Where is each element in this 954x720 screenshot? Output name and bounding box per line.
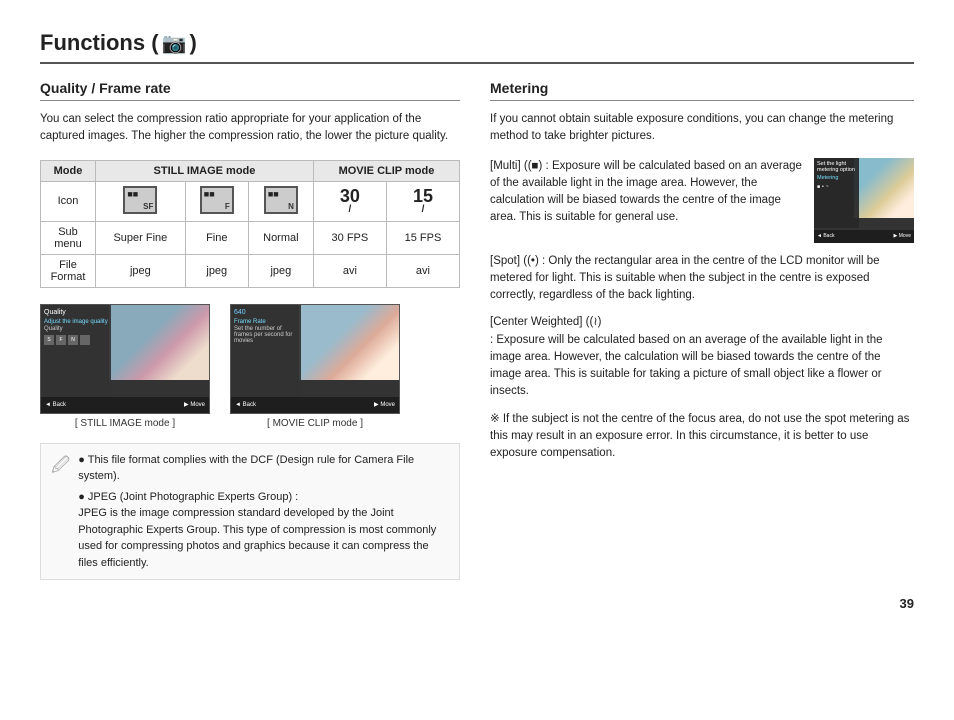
metering-icon-1: ■: [817, 184, 820, 190]
still-menu-item-2: Quality: [44, 326, 108, 332]
still-screenshot-container: Quality Adjust the image quality Quality…: [40, 304, 210, 429]
metering-move: ▶ Move: [894, 233, 911, 239]
table-fileformat-sf: jpeg: [96, 254, 186, 287]
note2-detail: JPEG is the image compression standard d…: [78, 507, 436, 569]
main-content: Quality / Frame rate You can select the …: [40, 80, 914, 580]
still-icon-1: S: [44, 335, 54, 345]
note-line-2: ● JPEG (Joint Photographic Experts Group…: [78, 489, 449, 572]
table-icon-normal: ■■ N: [248, 181, 313, 221]
metering-note: ※ If the subject is not the centre of th…: [490, 411, 914, 463]
table-movie-header: MOVIE CLIP mode: [313, 160, 459, 181]
note-text: ● This file format complies with the DCF…: [78, 452, 449, 572]
note-line-1: ● This file format complies with the DCF…: [78, 452, 449, 485]
camera-icon: 📷: [162, 33, 187, 55]
movie-menu-item-2: Set the number of frames per second for …: [234, 326, 298, 344]
quality-table: Mode STILL IMAGE mode MOVIE CLIP mode Ic…: [40, 160, 460, 288]
table-fileformat-label: FileFormat: [41, 254, 96, 287]
still-menu-title: Quality: [44, 309, 108, 316]
table-fileformat-15: avi: [386, 254, 459, 287]
left-column: Quality / Frame rate You can select the …: [40, 80, 460, 580]
still-photo: [109, 305, 209, 380]
note2-text: JPEG (Joint Photographic Experts Group) …: [88, 491, 298, 503]
still-move-label: ▶ Move: [184, 401, 205, 408]
still-menu-item-1: Adjust the image quality: [44, 319, 108, 325]
movie-caption: [ MOVIE CLIP mode ]: [267, 418, 363, 429]
metering-screenshot: Set the light metering option Metering ■…: [814, 158, 914, 243]
metering-multi-row: [Multi] ((■)) : : Exposure will be calcu…: [490, 158, 914, 243]
table-icon-fine: ■■ F: [185, 181, 248, 221]
center-sym: ≀: [593, 316, 597, 328]
table-fileformat-n: jpeg: [248, 254, 313, 287]
metering-photo: [854, 158, 914, 218]
screenshots-row: Quality Adjust the image quality Quality…: [40, 304, 460, 429]
multi-label: [Multi] (: [490, 160, 528, 172]
multi-sym: ■: [532, 160, 539, 172]
metering-back: ◄ Back: [817, 233, 834, 239]
still-back-label: ◄ Back: [45, 402, 66, 408]
metering-multi-text: [Multi] ((■)) : : Exposure will be calcu…: [490, 158, 804, 243]
page-title: Functions (📷): [40, 30, 197, 56]
metering-intro: If you cannot obtain suitable exposure c…: [490, 111, 914, 146]
metering-icon-2: •: [822, 184, 824, 190]
still-icon-row: S F N: [44, 335, 108, 345]
still-icon-2: F: [56, 335, 66, 345]
table-fileformat-30: avi: [313, 254, 386, 287]
table-icon-30fps: 30 /: [313, 181, 386, 221]
page-number: 39: [40, 596, 914, 611]
spot-desc: Only the rectangular area in the centre …: [490, 255, 880, 302]
movie-photo: [299, 305, 399, 380]
metering-section-title: Metering: [490, 80, 914, 101]
note-box: 🖉 ● This file format complies with the D…: [40, 443, 460, 581]
metering-menu-item-1: Set the light metering option: [817, 161, 856, 173]
metering-menu-panel: Set the light metering option Metering ■…: [814, 158, 859, 228]
table-submenu-label: Sub menu: [41, 221, 96, 254]
table-submenu-15fps: 15 FPS: [386, 221, 459, 254]
movie-bottom-bar: ◄ Back ▶ Move: [231, 397, 399, 413]
spot-label: [Spot] (: [490, 255, 527, 267]
still-icon-4: [80, 335, 90, 345]
spot-text: [Spot] ((•) ) : : Only the rectangular a…: [490, 253, 914, 305]
table-icon-label: Icon: [41, 181, 96, 221]
metering-menu-icons: ■ • ~: [817, 184, 856, 190]
table-submenu-fine: Fine: [185, 221, 248, 254]
page-header: Functions (📷): [40, 30, 914, 64]
quality-section-title: Quality / Frame rate: [40, 80, 460, 101]
title-end: ): [189, 30, 196, 55]
note-icon: 🖉: [51, 452, 70, 572]
right-column: Metering If you cannot obtain suitable e…: [490, 80, 914, 580]
table-submenu-normal: Normal: [248, 221, 313, 254]
table-submenu-30fps: 30 FPS: [313, 221, 386, 254]
movie-back-label: ◄ Back: [235, 402, 256, 408]
still-caption: [ STILL IMAGE mode ]: [75, 418, 175, 429]
quality-intro: You can select the compression ratio app…: [40, 111, 460, 146]
table-icon-superfine: ■■ SF: [96, 181, 186, 221]
movie-move-label: ▶ Move: [374, 401, 395, 408]
note1-text: This file format complies with the DCF (…: [78, 454, 414, 483]
movie-menu-item-1: Frame Rate: [234, 319, 298, 325]
movie-screenshot: 640 Frame Rate Set the number of frames …: [230, 304, 400, 414]
title-text: Functions (: [40, 30, 159, 55]
spot-sym: •: [531, 255, 535, 267]
center-desc: : Exposure will be calculated based on a…: [490, 334, 883, 398]
metering-bottom-bar: ◄ Back ▶ Move: [814, 230, 914, 243]
metering-icon-3: ~: [826, 184, 829, 190]
table-mode-header: Mode: [41, 160, 96, 181]
still-screenshot: Quality Adjust the image quality Quality…: [40, 304, 210, 414]
movie-screenshot-container: 640 Frame Rate Set the number of frames …: [230, 304, 400, 429]
table-fileformat-f: jpeg: [185, 254, 248, 287]
table-still-header: STILL IMAGE mode: [96, 160, 314, 181]
table-icon-15fps: 15 /: [386, 181, 459, 221]
table-submenu-superfine: Super Fine: [96, 221, 186, 254]
metering-menu-item-2: Metering: [817, 175, 856, 181]
metering-center-row: [Center Weighted] ((≀) : Exposure will b…: [490, 314, 914, 400]
still-icon-3: N: [68, 335, 78, 345]
multi-label-line: [Multi] ((■)) : : Exposure will be calcu…: [490, 158, 804, 227]
center-text: [Center Weighted] ((≀) : Exposure will b…: [490, 314, 914, 400]
center-label: [Center Weighted] (: [490, 316, 590, 328]
movie-menu-title: 640: [234, 309, 298, 316]
metering-spot-row: [Spot] ((•) ) : : Only the rectangular a…: [490, 253, 914, 305]
still-bottom-bar: ◄ Back ▶ Move: [41, 397, 209, 413]
